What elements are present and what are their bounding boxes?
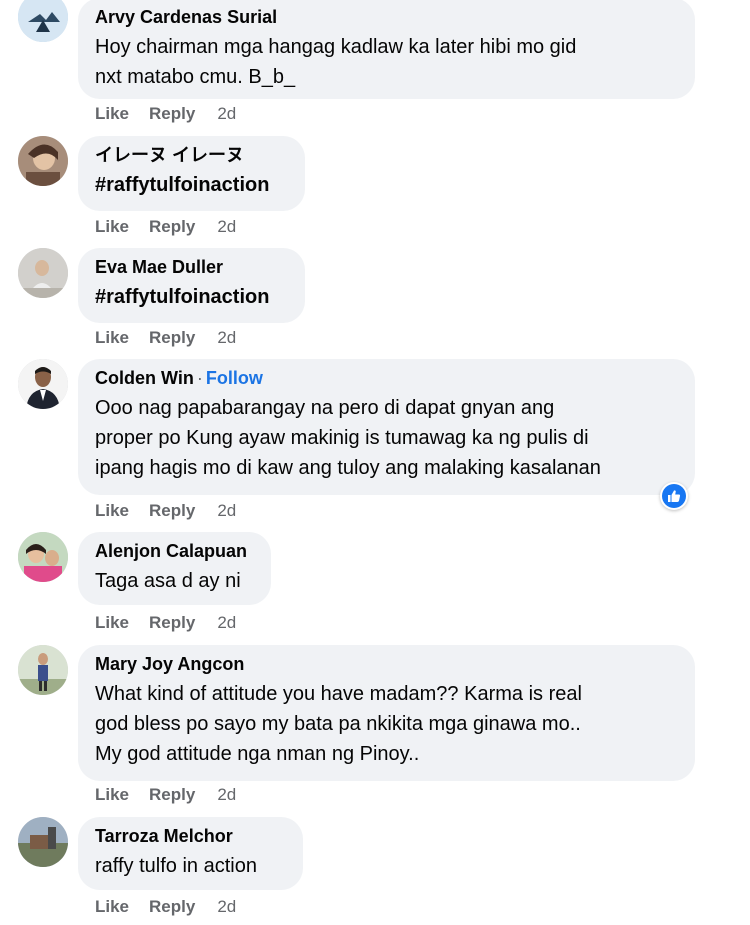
comment-actions: Like Reply 2d <box>95 217 236 237</box>
comment-text-line: My god attitude nga nman ng Pinoy.. <box>95 743 420 765</box>
comment-text-line: ipang hagis mo di kaw ang tuloy ang mala… <box>95 457 601 479</box>
follow-button[interactable]: Follow <box>206 368 263 388</box>
author-name[interactable]: Tarroza Melchor <box>95 825 287 847</box>
separator-dot: · <box>196 368 203 388</box>
author-name[interactable]: Alenjon Calapuan <box>95 540 255 562</box>
comment-bubble: Mary Joy Angcon What kind of attitude yo… <box>78 645 695 781</box>
reply-button[interactable]: Reply <box>149 501 195 520</box>
comment-actions: Like Reply 2d <box>95 328 236 348</box>
comment-bubble: イレーヌ イレーヌ #raffytulfoinaction <box>78 136 305 211</box>
author-name[interactable]: Mary Joy Angcon <box>95 653 679 675</box>
avatar[interactable] <box>18 136 68 186</box>
timestamp[interactable]: 2d <box>217 217 236 236</box>
comment-text-line: Hoy chairman mga hangag kadlaw ka later … <box>95 36 577 58</box>
reply-button[interactable]: Reply <box>149 328 195 347</box>
comment-actions: Like Reply 2d <box>95 104 236 124</box>
author-name[interactable]: イレーヌ イレーヌ <box>95 144 289 166</box>
comment-text-line: raffy tulfo in action <box>95 855 257 877</box>
comment-actions: Like Reply 2d <box>95 897 236 917</box>
hashtag-link[interactable]: #raffytulfoinaction <box>95 282 289 312</box>
comment-actions: Like Reply 2d <box>95 501 236 521</box>
author-name[interactable]: Colden Win <box>95 368 194 388</box>
comment-text-line: Taga asa d ay ni <box>95 570 241 592</box>
avatar[interactable] <box>18 817 68 867</box>
hashtag-link[interactable]: #raffytulfoinaction <box>95 170 289 200</box>
comment-text-line: proper po Kung ayaw makinig is tumawag k… <box>95 427 589 449</box>
comment-bubble: Arvy Cardenas Surial Hoy chairman mga ha… <box>78 0 695 99</box>
like-reaction-icon[interactable] <box>660 482 688 510</box>
comment-actions: Like Reply 2d <box>95 785 236 805</box>
comment-actions: Like Reply 2d <box>95 613 236 633</box>
comment-text-line: Ooo nag papabarangay na pero di dapat gn… <box>95 397 555 419</box>
like-button[interactable]: Like <box>95 501 129 520</box>
comment-text-line: nxt matabo cmu. B_b_ <box>95 66 296 88</box>
like-button[interactable]: Like <box>95 897 129 916</box>
timestamp[interactable]: 2d <box>217 501 236 520</box>
comment-text-line: What kind of attitude you have madam?? K… <box>95 683 582 705</box>
avatar[interactable] <box>18 532 68 582</box>
timestamp[interactable]: 2d <box>217 104 236 123</box>
comment-bubble: Colden Win · Follow Ooo nag papabarangay n… <box>78 359 695 495</box>
reply-button[interactable]: Reply <box>149 613 195 632</box>
comment-bubble: Tarroza Melchor raffy tulfo in action <box>78 817 303 890</box>
timestamp[interactable]: 2d <box>217 328 236 347</box>
comment-bubble: Eva Mae Duller #raffytulfoinaction <box>78 248 305 323</box>
like-button[interactable]: Like <box>95 328 129 347</box>
author-name-row: Colden Win · Follow <box>95 367 679 389</box>
avatar[interactable] <box>18 0 68 42</box>
timestamp[interactable]: 2d <box>217 897 236 916</box>
reply-button[interactable]: Reply <box>149 104 195 123</box>
like-button[interactable]: Like <box>95 785 129 804</box>
reply-button[interactable]: Reply <box>149 785 195 804</box>
avatar[interactable] <box>18 248 68 298</box>
author-name[interactable]: Arvy Cardenas Surial <box>95 6 679 28</box>
avatar[interactable] <box>18 359 68 409</box>
timestamp[interactable]: 2d <box>217 613 236 632</box>
reply-button[interactable]: Reply <box>149 217 195 236</box>
like-button[interactable]: Like <box>95 217 129 236</box>
like-button[interactable]: Like <box>95 613 129 632</box>
comment-bubble: Alenjon Calapuan Taga asa d ay ni <box>78 532 271 605</box>
author-name[interactable]: Eva Mae Duller <box>95 256 289 278</box>
comment-text-line: god bless po sayo my bata pa nkikita mga… <box>95 713 581 735</box>
avatar[interactable] <box>18 645 68 695</box>
reply-button[interactable]: Reply <box>149 897 195 916</box>
like-button[interactable]: Like <box>95 104 129 123</box>
timestamp[interactable]: 2d <box>217 785 236 804</box>
